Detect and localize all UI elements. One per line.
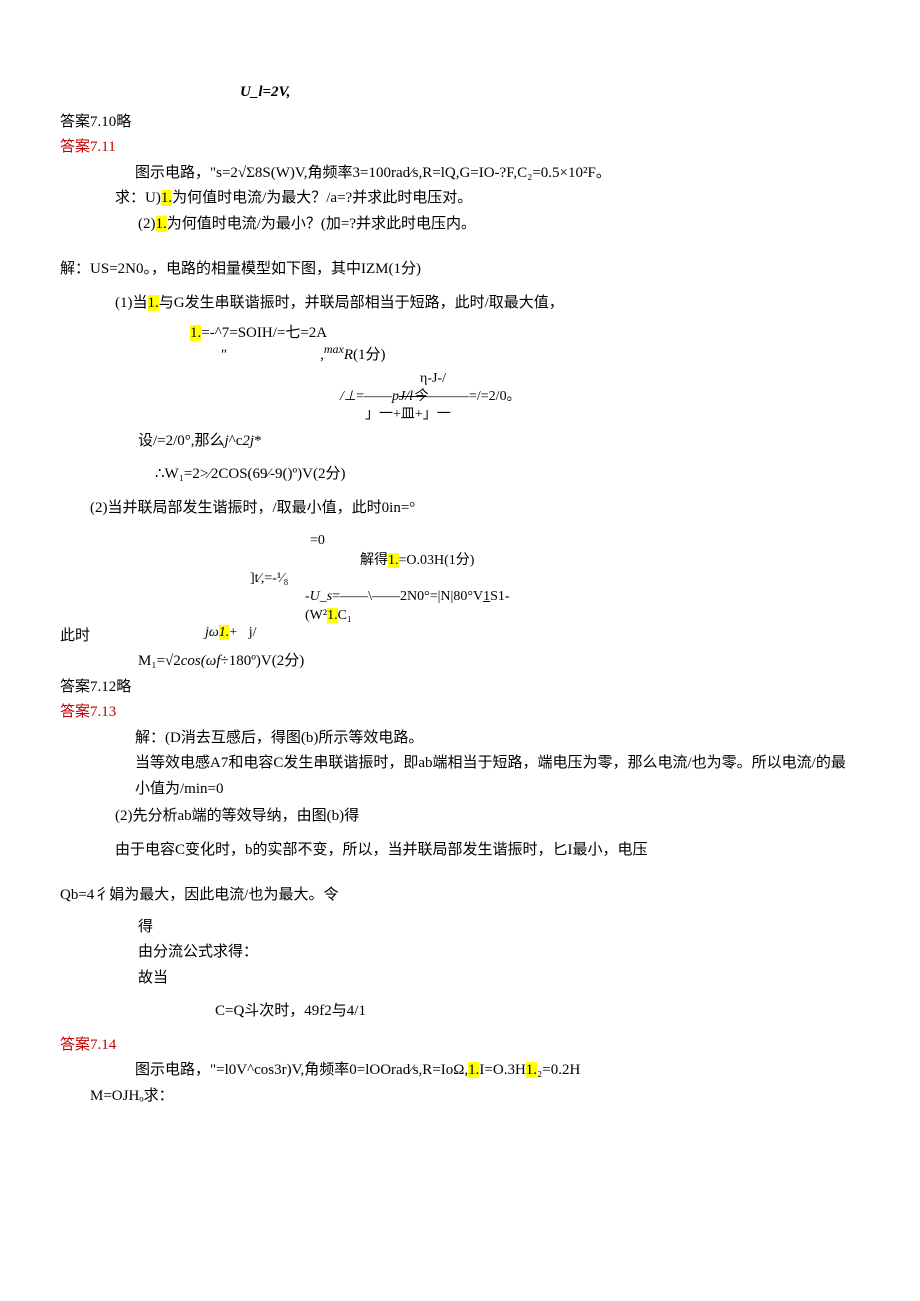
txt: =0 — [310, 531, 860, 551]
ans-7-13-title: 答案7.13 — [60, 700, 860, 726]
hl-1: 1. — [148, 295, 159, 311]
txt: /⊥=——pJ/l今———=/=2/0。 — [340, 388, 860, 406]
txt: I=O.3H — [479, 1062, 525, 1078]
line-top: U_l=2V, — [240, 80, 860, 106]
ans-7-13-l7: 由分流公式求得： — [138, 940, 860, 966]
txt: 图示电路，"=l0V^cos3r)V,角频率0=lOOrad⁄s,R=IoΩ, — [135, 1062, 468, 1078]
txt: jω — [205, 625, 219, 640]
ans-7-13-l3: (2)先分析ab端的等效导纳，由图(b)得 — [115, 804, 860, 830]
hl: 1. — [327, 608, 338, 623]
ans-7-11-m1: M₁=√2cos(ωf÷180º)V(2分) — [138, 649, 860, 675]
txt: 与G发生串联谐振时，并联局部相当于短路，此时/取最大值， — [159, 295, 564, 311]
ans-7-14-l1: 图示电路，"=l0V^cos3r)V,角频率0=lOOrad⁄s,R=IoΩ,1… — [135, 1058, 860, 1084]
txt: 解得 — [360, 553, 388, 568]
txt: ,maxR(1分) — [320, 347, 385, 363]
ans-7-14-title: 答案7.14 — [60, 1033, 860, 1059]
ans-7-13-l1: 解：(D消去互感后，得图(b)所示等效电路。 — [135, 726, 860, 752]
formula-3e: jω1.+ j/ — [205, 625, 256, 642]
ans-7-11-now: 此时 — [60, 624, 860, 650]
txt: =O.03H(1分) — [399, 553, 475, 568]
txt: j/ — [249, 625, 257, 640]
ans-7-10: 答案7.10略 — [60, 110, 860, 136]
txt: 」一+皿+」一 — [365, 406, 860, 424]
ans-7-13-l2: 当等效电感A7和电容C发生串联谐振时，即ab端相当于短路，端电压为零，那么电流/… — [135, 751, 860, 802]
txt: 求：U) — [115, 190, 161, 206]
txt: (W² — [305, 608, 327, 623]
txt: ]t⁄,=-¹⁄₈ — [250, 570, 860, 588]
ans-7-14-l2: M=OJHₒ求： — [90, 1084, 860, 1110]
hl: 1. — [219, 625, 230, 640]
formula-3b: ]t⁄,=-¹⁄₈ -U_s=——\——2N0°=|N|80°V1S1- (W²… — [250, 570, 860, 625]
formula-2: η-J-/ /⊥=——pJ/l今———=/=2/0。 」一+皿+」一 — [340, 370, 860, 425]
ans-7-11-title: 答案7.11 — [60, 135, 860, 161]
ans-7-13-l5: Qb=4彳娟为最大，因此电流/也为最大。令 — [60, 883, 860, 909]
hl: 1. — [190, 325, 201, 341]
ans-7-11-w1: ∴W₁=2>⁄2COS(69⁄-9()º)V(2分) — [155, 462, 860, 488]
hl-1: 1. — [161, 190, 172, 206]
ans-7-11-set: 设/=2/0°,那么j^c2j* — [138, 429, 860, 455]
ans-7-11-solution: 解：US=2N0。，电路的相量模型如下图，其中IZM(1分) — [60, 257, 860, 283]
txt: (2) — [138, 216, 156, 232]
txt: 为何值时电流/为最小？(加=?并求此时电压内。 — [167, 216, 476, 232]
hl: 1. — [468, 1062, 479, 1078]
ans-7-13-l8: 故当 — [138, 966, 860, 992]
txt: + — [229, 625, 237, 640]
txt: 为何值时电流/为最大？/a=?并求此时电压对。 — [172, 190, 472, 206]
hl: 1. — [388, 553, 399, 568]
ans-7-13-l6: 得 — [138, 915, 860, 941]
txt: C₁ — [338, 608, 352, 623]
formula-ul: U_l=2V, — [240, 84, 290, 100]
ans-7-13-l9: C=Q斗次时，49f2与4/1 — [215, 999, 860, 1025]
txt: =-^7=SOIH/=七=2A — [201, 325, 327, 341]
ans-7-11-problem-3: (2)1.为何值时电流/为最小？(加=?并求此时电压内。 — [138, 212, 860, 238]
formula-1: 1.=-^7=SOIH/=七=2A " ,maxR(1分) — [190, 324, 860, 364]
ans-7-11-part1: (1)当1.与G发生串联谐振时，并联局部相当于短路，此时/取最大值， — [115, 291, 860, 317]
ans-7-11-problem-2: 求：U)1.为何值时电流/为最大？/a=?并求此时电压对。 — [115, 186, 860, 212]
ans-7-12: 答案7.12略 — [60, 675, 860, 701]
ans-7-13-l4: 由于电容C变化时，b的实部不变，所以，当并联局部发生谐振时，匕I最小，电压 — [115, 838, 860, 864]
txt: η-J-/ — [420, 370, 860, 388]
txt: (1)当 — [115, 295, 148, 311]
ans-7-11-problem-1: 图示电路，"s=2√Σ8S(W)V,角频率3=100rad⁄s,R=lQ,G=I… — [135, 161, 860, 187]
hl: 1. — [526, 1062, 537, 1078]
ans-7-11-part2: (2)当并联局部发生谐振时，/取最小值，此时0in=° — [90, 496, 860, 522]
hl-1: 1. — [156, 216, 167, 232]
txt: ₂=0.2H — [537, 1062, 580, 1078]
formula-3: =0 解得1.=O.03H(1分) — [310, 531, 860, 570]
txt: " — [220, 347, 226, 363]
